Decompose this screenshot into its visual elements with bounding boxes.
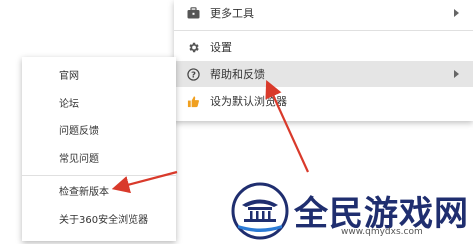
- submenu-item-check-update[interactable]: 检查新版本: [22, 179, 176, 201]
- menu-item-more-tools[interactable]: 更多工具: [174, 0, 473, 26]
- svg-text:?: ?: [191, 69, 196, 79]
- submenu-item-label: 论坛: [59, 98, 79, 110]
- toolbox-icon: [186, 6, 200, 20]
- submenu-item-label: 官网: [59, 70, 79, 82]
- menu-item-set-default-browser[interactable]: 设为默认浏览器: [174, 88, 473, 114]
- menu-item-label: 设置: [210, 41, 232, 54]
- watermark-logo: 全民游戏网 www.qmydxs.com: [224, 180, 473, 241]
- watermark-url: www.qmydxs.com: [341, 227, 423, 237]
- submenu-divider: [22, 175, 176, 176]
- menu-item-label: 更多工具: [210, 7, 254, 20]
- submenu-item-label: 问题反馈: [59, 125, 99, 137]
- gear-icon: [186, 40, 200, 54]
- submenu-item-forum[interactable]: 论坛: [22, 91, 176, 113]
- submenu-arrow-icon: [454, 70, 459, 78]
- pagoda-logo-icon: [228, 180, 292, 240]
- help-circle-icon: ?: [186, 67, 200, 81]
- menu-item-help-feedback[interactable]: ? 帮助和反馈: [174, 61, 473, 87]
- thumbs-up-icon: [186, 94, 200, 108]
- submenu-item-label: 检查新版本: [59, 186, 109, 198]
- submenu-item-label: 常见问题: [59, 153, 99, 165]
- browser-main-menu: 更多工具 设置 ? 帮助和反馈 设为默认浏览器: [174, 0, 473, 121]
- submenu-item-official-site[interactable]: 官网: [22, 63, 176, 85]
- help-submenu: 官网 论坛 问题反馈 常见问题 检查新版本 关于360安全浏览器: [22, 57, 176, 241]
- submenu-arrow-icon: [454, 9, 459, 17]
- submenu-item-label: 关于360安全浏览器: [59, 214, 149, 226]
- submenu-item-faq[interactable]: 常见问题: [22, 146, 176, 168]
- menu-divider: [174, 30, 473, 31]
- menu-item-label: 帮助和反馈: [210, 68, 265, 81]
- menu-item-settings[interactable]: 设置: [174, 34, 473, 60]
- menu-item-label: 设为默认浏览器: [210, 95, 287, 108]
- submenu-item-feedback[interactable]: 问题反馈: [22, 118, 176, 140]
- submenu-item-about[interactable]: 关于360安全浏览器: [22, 207, 176, 229]
